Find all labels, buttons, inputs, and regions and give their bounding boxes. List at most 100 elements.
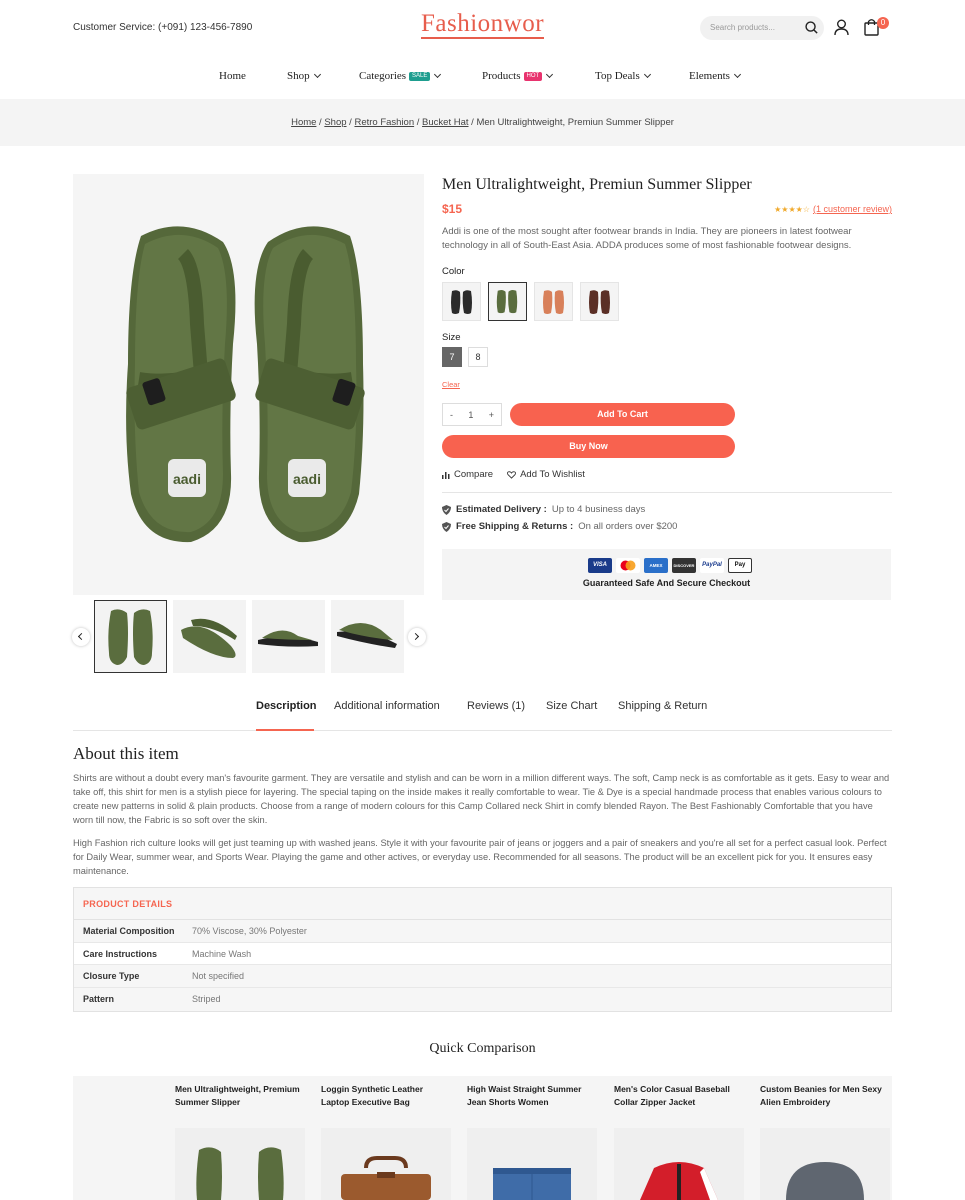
cart-count-badge: 0 [877,17,889,29]
tab-size-chart[interactable]: Size Chart [546,700,597,712]
paypal-icon: PayPal [700,558,724,573]
table-row: Material Composition 70% Viscose, 30% Pol… [74,920,891,943]
crumb-current: Men Ultralightweight, Premiun Summer Sli… [476,117,674,128]
comparison-item[interactable]: Loggin Synthetic Leather Laptop Executiv… [321,1083,451,1109]
chevron-down-icon [434,70,442,79]
tab-shipping-return[interactable]: Shipping & Return [618,700,707,712]
product-actions: Compare Add To Wishlist [442,469,585,480]
color-label: Color [442,266,465,277]
tab-additional-information[interactable]: Additional information [334,700,440,712]
comparison-image-beanie[interactable] [760,1128,890,1200]
comparison-image-shorts[interactable] [467,1128,597,1200]
chevron-down-icon [546,70,554,79]
hot-tag: HOT [523,71,543,81]
table-row: Care Instructions Machine Wash [74,943,891,966]
nav-categories[interactable]: Categories SALE [359,70,442,82]
comparison-item[interactable]: High Waist Straight Summer Jean Shorts W… [467,1083,597,1109]
main-nav: Home Shop Categories SALE Products HOT Top… [0,70,965,86]
breadcrumb: Home / Shop / Retro Fashion / Bucket Hat… [291,117,674,128]
color-swatch-green[interactable] [488,282,527,321]
thumbnail-1[interactable] [94,600,167,673]
shipping-info: Free Shipping & Returns : On all orders o… [442,521,677,532]
qty-minus-button[interactable]: - [450,410,453,420]
tabs-divider [73,730,892,731]
product-price: $15 [442,202,463,216]
comparison-image-jacket[interactable] [614,1128,744,1200]
search-icon[interactable] [804,20,819,38]
thumbs-next-arrow-icon[interactable] [408,628,426,646]
chevron-down-icon [733,70,741,79]
size-option-7[interactable]: 7 [442,347,462,367]
aadi-logo-left: aadi [173,471,201,487]
divider [442,492,892,493]
product-title: Men Ultralightweight, Premiun Summer Sli… [442,176,752,193]
comparison-item[interactable]: Men Ultralightweight, Premium Summer Sli… [175,1083,305,1109]
tab-description[interactable]: Description [256,700,317,712]
table-row: Pattern Striped [74,988,891,1011]
comparison-image-bag[interactable] [321,1128,451,1200]
product-description: Addi is one of the most sought after foo… [442,226,852,251]
crumb-bucket-hat[interactable]: Bucket Hat [422,117,468,128]
main-product-image[interactable]: aadi aadi [73,174,424,595]
sale-tag: SALE [409,71,431,81]
thumbs-prev-arrow-icon[interactable] [72,628,90,646]
comparison-item[interactable]: Custom Beanies for Men Sexy Alien Embroi… [760,1083,890,1109]
crumb-shop[interactable]: Shop [324,117,346,128]
review-link[interactable]: (1 customer review) [813,204,892,214]
clear-selection-link[interactable]: Clear [442,380,460,389]
aadi-logo-right: aadi [293,471,321,487]
qty-plus-button[interactable]: + [489,410,494,420]
payment-cards: VISA AMEX DISCOVER PayPal Pay [588,558,752,573]
nav-shop[interactable]: Shop [287,70,321,82]
visa-icon: VISA [588,558,612,573]
tab-reviews[interactable]: Reviews (1) [467,700,525,712]
thumbnail-3[interactable] [252,600,325,673]
crumb-retro-fashion[interactable]: Retro Fashion [354,117,414,128]
delivery-info: Estimated Delivery : Up to 4 business day… [442,504,645,515]
chevron-down-icon [643,70,651,79]
product-details-heading: PRODUCT DETAILS [74,888,891,920]
header: Customer Service: (+091) 123-456-7890 Fa… [0,0,965,56]
thumbnail-2[interactable] [173,600,246,673]
color-swatch-brown[interactable] [580,282,619,321]
color-swatch-orange[interactable] [534,282,573,321]
nav-top-deals[interactable]: Top Deals [595,70,651,82]
about-heading: About this item [73,744,179,763]
crumb-home[interactable]: Home [291,117,316,128]
size-label: Size [442,332,461,343]
nav-products[interactable]: Products HOT [482,70,554,82]
compare-icon [442,471,450,479]
rating: ★★★★☆ (1 customer review) [774,204,892,214]
buy-now-button[interactable]: Buy Now [442,435,735,458]
discover-icon: DISCOVER [672,558,696,573]
search-box[interactable]: Search products... [700,16,824,40]
shield-check-icon [442,521,451,532]
comparison-image-slipper[interactable] [175,1128,305,1200]
compare-link[interactable]: Compare [442,469,493,480]
active-tab-indicator [256,729,314,731]
amex-icon: AMEX [644,558,668,573]
secure-checkout-text: Guaranteed Safe And Secure Checkout [582,578,751,588]
shield-check-icon [442,504,451,515]
nav-home[interactable]: Home [219,70,246,82]
product-details-table: PRODUCT DETAILS Material Composition 70% … [73,887,892,1012]
search-input[interactable]: Search products... [710,23,775,32]
user-icon[interactable] [834,19,849,39]
add-to-cart-button[interactable]: Add To Cart [510,403,735,426]
nav-elements[interactable]: Elements [689,70,741,82]
secure-checkout-box: VISA AMEX DISCOVER PayPal Pay Guaranteed… [442,549,891,600]
mastercard-icon [616,558,640,573]
comparison-item[interactable]: Men's Color Casual Baseball Collar Zippe… [614,1083,744,1109]
rating-stars: ★★★★☆ [774,204,810,214]
table-row: Closure Type Not specified [74,965,891,989]
apple-pay-icon: Pay [728,558,752,573]
thumbnail-4[interactable] [331,600,404,673]
quick-comparison-title: Quick Comparison [429,1041,536,1056]
size-option-8[interactable]: 8 [468,347,488,367]
chevron-down-icon [313,70,321,79]
quantity-stepper[interactable]: - 1 + [442,403,502,426]
color-swatch-black[interactable] [442,282,481,321]
wishlist-link[interactable]: Add To Wishlist [507,469,585,480]
qty-value[interactable]: 1 [468,410,473,420]
about-paragraph-2: High Fashion rich culture looks will get… [73,838,887,876]
